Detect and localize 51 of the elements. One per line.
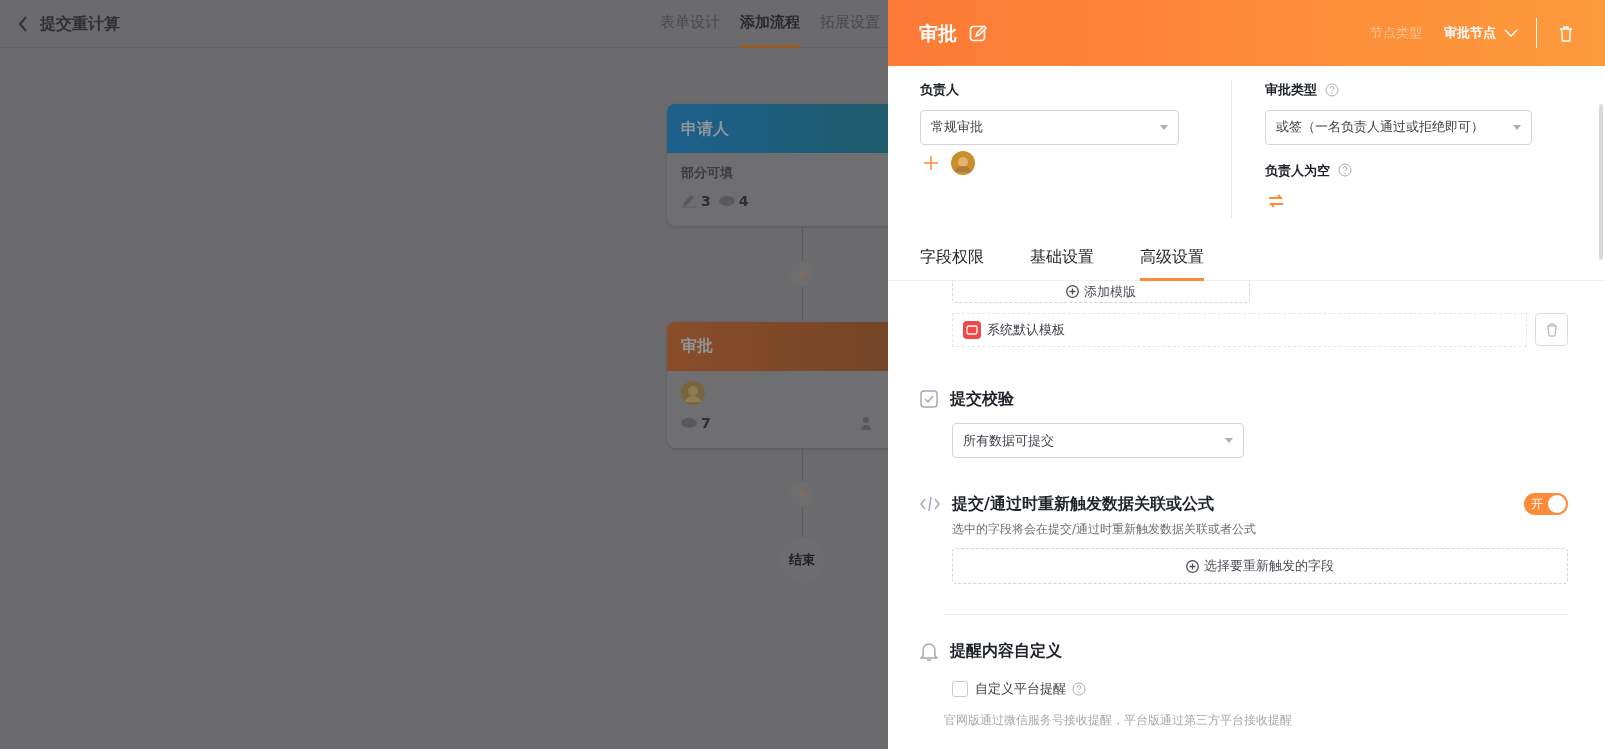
back-icon[interactable] (18, 15, 28, 32)
plus-icon (797, 488, 807, 499)
select-field[interactable]: 常规审批 (920, 109, 1179, 145)
delete-button[interactable] (1535, 313, 1568, 346)
checkbox[interactable] (952, 680, 968, 697)
chevron-down-icon (1504, 29, 1518, 37)
section-description: 选中的字段将会在提交/通过时重新触发数据关联或者公式 (952, 521, 1258, 538)
field-label: 负责人 (920, 81, 959, 99)
help-icon[interactable] (1072, 681, 1086, 696)
field-label: 审批类型 (1265, 81, 1317, 99)
caret-down-icon (1225, 438, 1233, 443)
stat-count: 3 (701, 191, 711, 211)
swap-icon[interactable] (1268, 193, 1284, 208)
node-title: 申请人 (667, 104, 888, 153)
page-title: 提交重计算 (40, 12, 120, 35)
caret-down-icon (1513, 124, 1521, 130)
field-label: 负责人为空 (1265, 161, 1330, 180)
helper-text: 官网版通过微信服务号接收提醒，平台版通过第三方平台接收提醒 (944, 711, 1293, 729)
section-title: 提醒内容自定义 (950, 640, 1062, 662)
section-title: 提交/通过时重新触发数据关联或公式 (952, 493, 1214, 515)
template-icon (963, 321, 981, 339)
avatar (951, 151, 975, 175)
help-icon[interactable] (1325, 82, 1339, 97)
checkbox-icon (920, 390, 938, 408)
tab[interactable]: 字段权限 (920, 235, 984, 281)
section-title: 提交校验 (950, 388, 1014, 410)
stat-count: 7 (701, 413, 711, 433)
delete-icon[interactable] (1559, 24, 1573, 42)
user-icon (861, 416, 871, 430)
stat-count: 4 (738, 191, 749, 211)
select-field[interactable]: 或签（一名负责人通过或拒绝即可） (1265, 109, 1532, 145)
bell-icon (920, 641, 938, 661)
trash-icon (1545, 322, 1558, 337)
help-icon[interactable] (1338, 163, 1352, 178)
edit-icon[interactable] (969, 24, 987, 42)
add-template-button[interactable]: 添加模版 (952, 281, 1250, 303)
tab[interactable]: 基础设置 (1030, 235, 1094, 281)
plus-circle-icon (1066, 285, 1079, 298)
plus-icon (797, 268, 807, 279)
add-icon[interactable] (924, 156, 938, 170)
caret-down-icon (1160, 124, 1168, 130)
scrollbar[interactable] (1599, 104, 1603, 260)
code-icon (920, 496, 940, 512)
node-type-label: 节点类型 (1370, 24, 1422, 43)
template-item[interactable]: 系统默认模板 (952, 313, 1527, 347)
node-title: 审批 (667, 321, 888, 371)
checkbox-label: 自定义平台提醒 (974, 680, 1066, 698)
plus-circle-icon (1186, 559, 1199, 573)
select-fields-button[interactable]: 选择要重新触发的字段 (952, 548, 1568, 584)
drawer-title: 审批 (919, 20, 957, 46)
select-field[interactable]: 所有数据可提交 (952, 423, 1244, 458)
